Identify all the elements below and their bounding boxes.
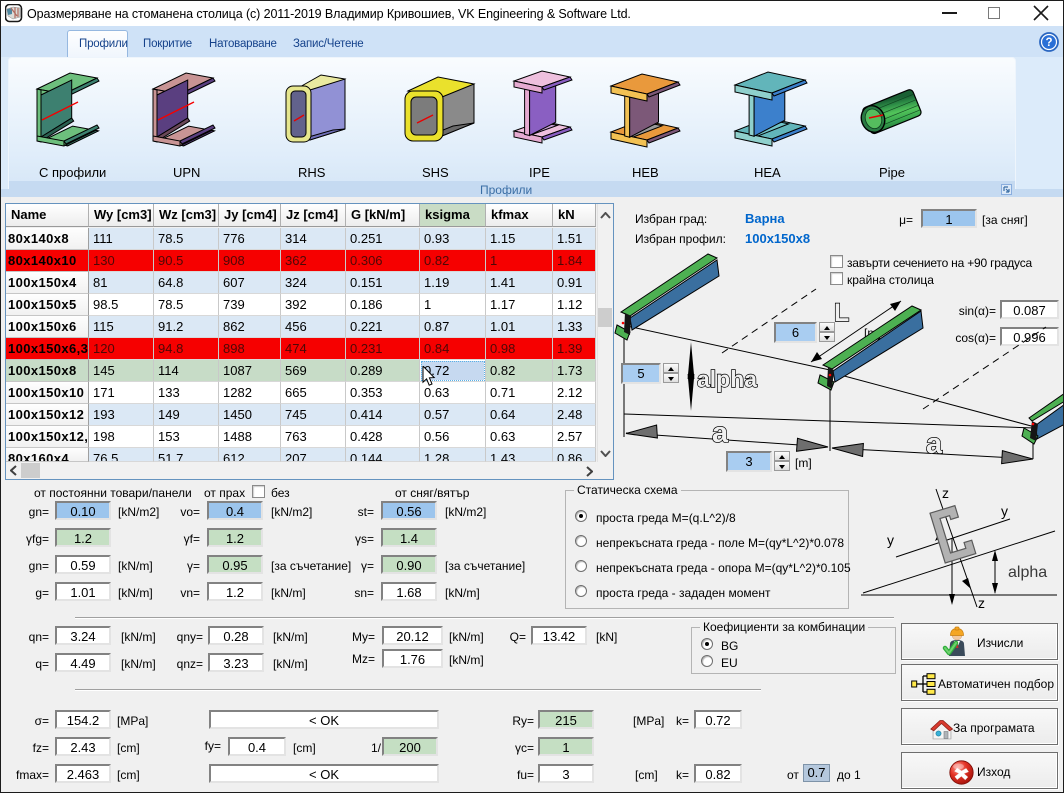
svg-text:a: a xyxy=(926,428,943,460)
svg-text:?: ? xyxy=(1045,37,1052,49)
svg-text:alpha: alpha xyxy=(697,366,757,392)
svg-text:z: z xyxy=(978,595,985,611)
svg-text:L: L xyxy=(834,299,849,327)
svg-text:a: a xyxy=(712,417,729,449)
svg-text:alpha: alpha xyxy=(1008,564,1047,581)
svg-text:y: y xyxy=(887,532,894,548)
svg-text:y: y xyxy=(1001,503,1008,519)
svg-text:z: z xyxy=(942,485,949,501)
